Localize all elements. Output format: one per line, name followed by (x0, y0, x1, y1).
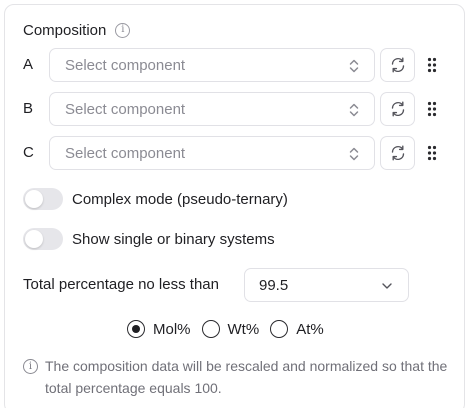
complex-mode-toggle[interactable] (23, 188, 63, 210)
note-text: The composition data will be rescaled an… (45, 358, 448, 396)
component-select-c[interactable]: Select component (49, 136, 375, 170)
refresh-button-a[interactable] (380, 48, 415, 82)
component-label: C (23, 144, 34, 161)
radio-button[interactable] (127, 320, 145, 338)
total-percentage-select[interactable]: 99.5 (244, 268, 409, 302)
radio-label: Mol% (153, 320, 191, 338)
normalization-note: i The composition data will be rescaled … (23, 357, 453, 399)
toggle-knob (25, 230, 43, 248)
refresh-icon (391, 145, 404, 161)
radio-mol[interactable]: Mol% (127, 320, 191, 338)
show-systems-label: Show single or binary systems (72, 230, 275, 248)
radio-wt[interactable]: Wt% (201, 320, 260, 338)
drag-handle-icon[interactable] (427, 145, 437, 161)
component-select-placeholder: Select component (65, 145, 186, 162)
chevron-down-icon (382, 283, 392, 289)
radio-label: At% (296, 320, 324, 338)
radio-button[interactable] (201, 320, 220, 338)
component-row-b: B Select component (0, 92, 469, 126)
info-icon: i (23, 359, 38, 374)
unit-radio-group: Mol% Wt% At% (127, 319, 335, 339)
show-systems-toggle[interactable] (23, 228, 63, 250)
radio-at[interactable]: At% (270, 320, 324, 338)
refresh-icon (391, 57, 404, 73)
component-label: B (23, 100, 34, 117)
component-select-a[interactable]: Select component (49, 48, 375, 82)
composition-header: Composition i (23, 20, 131, 40)
component-label: A (23, 56, 34, 73)
complex-mode-label: Complex mode (pseudo-ternary) (72, 190, 288, 208)
chevron-up-down-icon (349, 147, 359, 161)
refresh-button-c[interactable] (380, 136, 415, 170)
info-icon[interactable]: i (115, 22, 131, 38)
show-systems-row: Show single or binary systems (23, 228, 275, 250)
chevron-up-down-icon (349, 103, 359, 117)
chevron-up-down-icon (349, 59, 359, 73)
component-select-b[interactable]: Select component (49, 92, 375, 126)
radio-button[interactable] (270, 320, 289, 338)
component-row-a: A Select component (0, 48, 469, 82)
drag-handle-icon[interactable] (427, 57, 437, 73)
radio-label: Wt% (227, 320, 260, 338)
composition-title: Composition (23, 21, 107, 39)
component-select-placeholder: Select component (65, 101, 186, 118)
toggle-knob (25, 190, 43, 208)
refresh-icon (391, 101, 404, 117)
refresh-button-b[interactable] (380, 92, 415, 126)
drag-handle-icon[interactable] (427, 101, 437, 117)
total-percentage-value: 99.5 (259, 277, 289, 294)
complex-mode-row: Complex mode (pseudo-ternary) (23, 188, 288, 210)
component-row-c: C Select component (0, 136, 469, 170)
total-percentage-label: Total percentage no less than (23, 276, 219, 293)
component-select-placeholder: Select component (65, 57, 186, 74)
